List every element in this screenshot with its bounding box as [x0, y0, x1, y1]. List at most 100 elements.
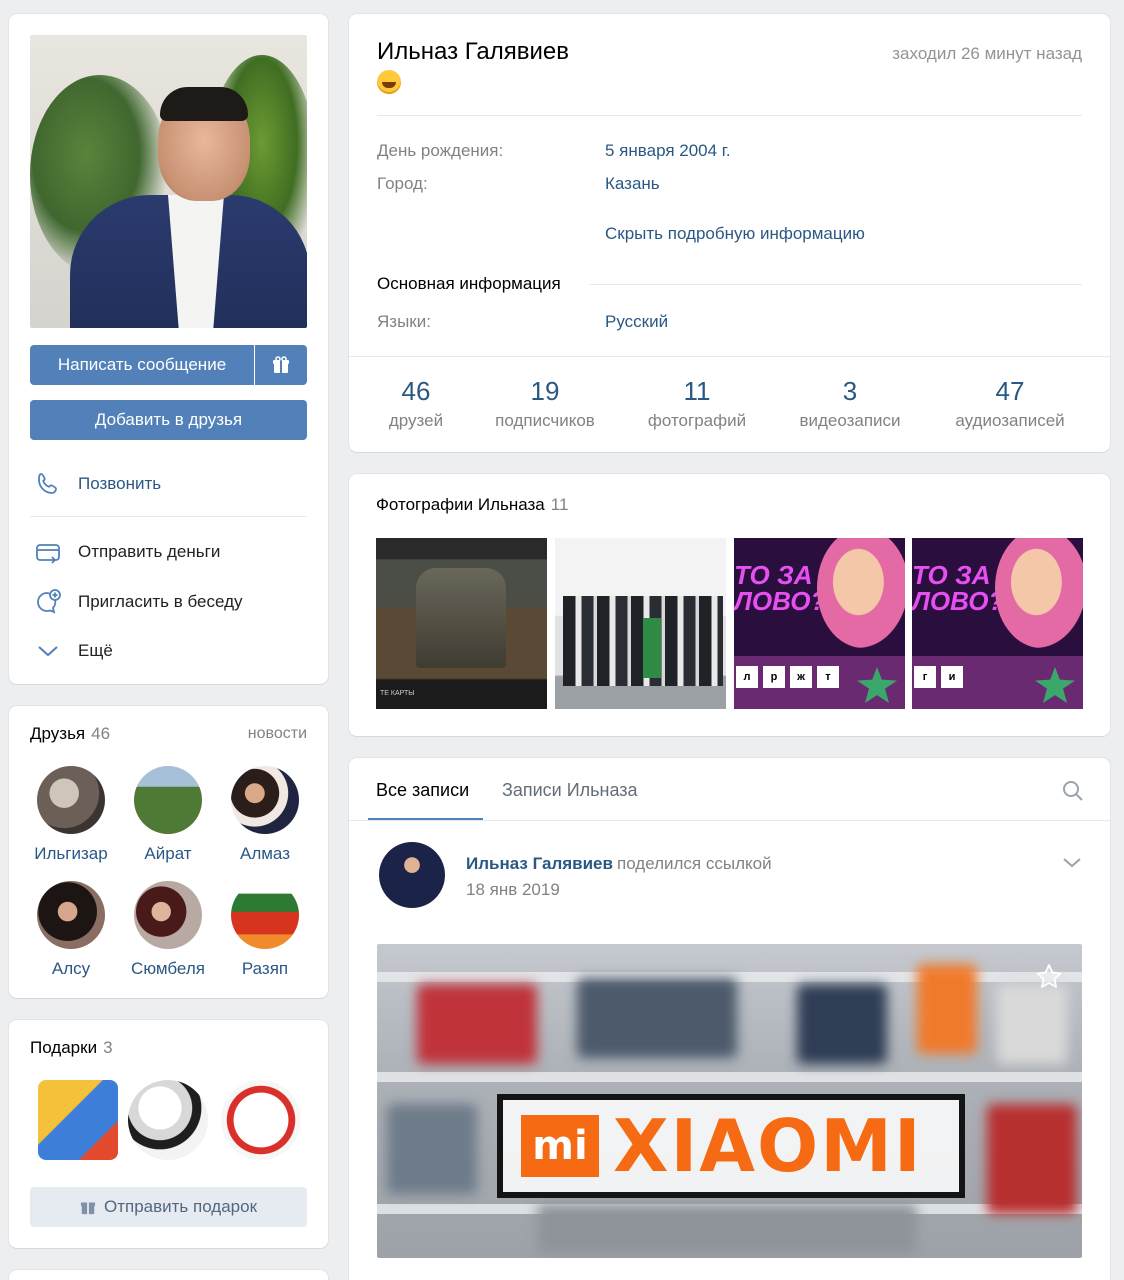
chevron-down-icon: [30, 631, 78, 671]
xiaomi-logo: mi XIAOMI: [497, 1094, 965, 1198]
letter-tile: и: [941, 666, 963, 688]
post-action-text: поделился ссылкой: [617, 854, 772, 873]
thumb-caption: ТЕ КАРТЫ: [380, 690, 415, 697]
counter-number: 19: [530, 376, 560, 406]
friend-item[interactable]: Сюмбеля: [120, 881, 216, 979]
gifts-count: 3: [103, 1038, 113, 1057]
post-date[interactable]: 18 янв 2019: [466, 880, 560, 900]
counter-label: подписчиков: [495, 411, 595, 430]
quiz-text-line1: ТО ЗА: [912, 560, 991, 590]
friend-name: Алмаз: [239, 844, 290, 863]
call-label: Позвонить: [78, 474, 162, 493]
friend-item[interactable]: Разяп: [217, 881, 313, 979]
counter-number: 3: [842, 376, 858, 406]
gift-icon: [273, 356, 289, 373]
counter-videos[interactable]: 3 видеозаписи: [775, 376, 925, 431]
xiaomi-wordmark: XIAOMI: [613, 1104, 923, 1188]
search-icon[interactable]: [1062, 780, 1084, 807]
hide-details-link[interactable]: Скрыть подробную информацию: [605, 224, 865, 244]
post-author-name[interactable]: Ильназ Галявиев: [466, 854, 613, 874]
write-message-button[interactable]: Написать сообщение: [30, 345, 254, 385]
star-icon[interactable]: [1034, 962, 1064, 997]
friend-avatar: [134, 881, 202, 949]
phone-icon: [30, 464, 78, 504]
friend-avatar: [231, 766, 299, 834]
languages-label: Языки:: [377, 312, 431, 331]
city-label: Город:: [377, 174, 428, 193]
gifts-card: Подарки 3 Отправить подарок: [9, 1020, 328, 1248]
photos-header[interactable]: Фотографии Ильназа 11: [376, 495, 568, 515]
counter-photos[interactable]: 11 фотографий: [622, 376, 772, 431]
profile-name: Ильназ Галявиев: [377, 38, 570, 65]
gift-item[interactable]: [221, 1080, 301, 1160]
friend-item[interactable]: Алсу: [23, 881, 119, 979]
birthday-value[interactable]: 5 января 2004 г.: [605, 141, 731, 161]
letter-tile: л: [736, 666, 758, 688]
send-gift-label: Отправить подарок: [103, 1197, 258, 1216]
city-value[interactable]: Казань: [605, 174, 660, 194]
photo-thumb[interactable]: [555, 538, 726, 709]
friend-name: Ильгизар: [34, 844, 108, 863]
friend-avatar: [231, 881, 299, 949]
more-menu-item[interactable]: Ещё: [30, 631, 307, 671]
friend-item[interactable]: Ильгизар: [23, 766, 119, 864]
birthday-label: День рождения:: [377, 141, 504, 160]
friend-name: Айрат: [144, 844, 192, 863]
post-link-image[interactable]: mi XIAOMI: [377, 944, 1082, 1258]
more-label: Ещё: [78, 641, 113, 660]
languages-value[interactable]: Русский: [605, 312, 668, 332]
send-gift-button[interactable]: Отправить подарок: [30, 1187, 307, 1227]
counter-audio[interactable]: 47 аудиозаписей: [935, 376, 1085, 431]
letter-tile: г: [914, 666, 936, 688]
friend-item[interactable]: Айрат: [120, 766, 216, 864]
profile-photo[interactable]: [30, 35, 307, 328]
add-friend-button[interactable]: Добавить в друзья: [30, 400, 307, 440]
photo-thumb[interactable]: ТО ЗА ЛОВО? г и: [912, 538, 1083, 709]
friend-avatar: [134, 766, 202, 834]
quiz-text-line2: ЛОВО?: [734, 586, 827, 616]
counter-number: 46: [401, 376, 431, 406]
tab-all-posts[interactable]: Все записи: [376, 780, 469, 801]
gift-item[interactable]: [128, 1080, 208, 1160]
photo-thumb[interactable]: ТО ЗА ЛОВО? л р ж т: [734, 538, 905, 709]
gifts-header[interactable]: Подарки 3: [30, 1038, 113, 1058]
letter-tile: р: [763, 666, 785, 688]
counters-divider: [349, 356, 1110, 357]
counter-followers[interactable]: 19 подписчиков: [470, 376, 620, 431]
friends-news-link[interactable]: новости: [248, 725, 307, 743]
next-card: [9, 1270, 328, 1280]
section-divider: [589, 284, 1082, 285]
call-menu-item[interactable]: Позвонить: [30, 464, 307, 504]
photo-thumb[interactable]: ТЕ КАРТЫ: [376, 538, 547, 709]
profile-actions-card: Написать сообщение Добавить в друзья Поз…: [9, 14, 328, 684]
main-info-title: Основная информация: [377, 274, 571, 294]
counter-number: 11: [683, 376, 711, 406]
photos-count: 11: [550, 495, 569, 514]
status-emoji-icon: [377, 70, 401, 94]
last-seen: заходил 26 минут назад: [892, 44, 1082, 63]
friend-name: Алсу: [51, 959, 91, 978]
friend-name: Разяп: [241, 959, 289, 978]
letter-tile: т: [817, 666, 839, 688]
counter-label: видеозаписи: [799, 411, 901, 430]
counter-friends[interactable]: 46 друзей: [341, 376, 491, 431]
send-money-menu-item[interactable]: Отправить деньги: [30, 532, 307, 572]
profile-info-card: Ильназ Галявиев заходил 26 минут назад Д…: [349, 14, 1110, 452]
gift-icon: [80, 1202, 96, 1215]
friends-header[interactable]: Друзья 46: [30, 724, 110, 744]
tab-owner-posts[interactable]: Записи Ильназа: [502, 780, 638, 801]
wallet-icon: [30, 532, 78, 572]
invite-chat-menu-item[interactable]: Пригласить в беседу: [30, 582, 307, 622]
post-author-avatar[interactable]: [379, 842, 445, 908]
friend-item[interactable]: Алмаз: [217, 766, 313, 864]
friends-count: 46: [91, 724, 111, 743]
header-divider: [377, 115, 1082, 116]
gifts-title: Подарки: [30, 1038, 98, 1057]
gift-button[interactable]: [255, 345, 307, 385]
invite-chat-label: Пригласить в беседу: [78, 592, 243, 611]
quiz-text-line2: ЛОВО?: [912, 586, 1005, 616]
gift-item[interactable]: [38, 1080, 118, 1160]
mi-logo-box: mi: [521, 1115, 599, 1177]
friends-card: Друзья 46 новости Ильгизар Айрат Алмаз Ал…: [9, 706, 328, 998]
chevron-down-icon[interactable]: [1062, 856, 1082, 875]
